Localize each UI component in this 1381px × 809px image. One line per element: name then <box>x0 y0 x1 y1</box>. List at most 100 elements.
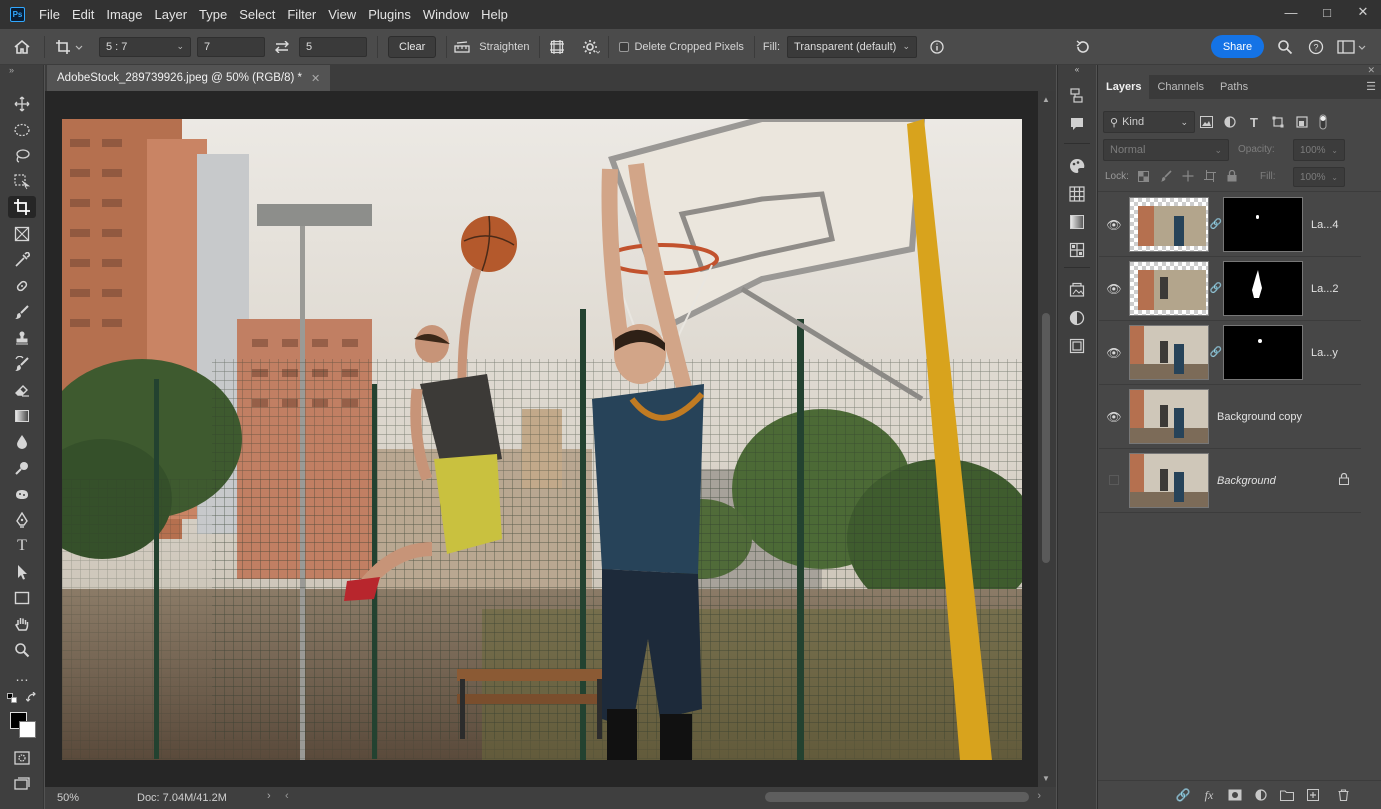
opacity-input[interactable]: 100% ⌄ <box>1293 139 1345 161</box>
menu-window[interactable]: Window <box>417 0 475 29</box>
gear-icon[interactable] <box>574 29 608 65</box>
filter-pixel-icon[interactable] <box>1198 114 1214 130</box>
lasso-tool-icon[interactable] <box>8 145 36 167</box>
layer-row[interactable]: 👁 🔗 La...y <box>1099 321 1361 385</box>
layer-mask-thumbnail[interactable] <box>1223 261 1303 316</box>
sponge-tool-icon[interactable] <box>8 483 36 505</box>
crop-width-input[interactable]: 7 <box>197 36 265 57</box>
patterns-panel-icon[interactable] <box>1067 241 1087 259</box>
scroll-right-icon[interactable]: › <box>1037 790 1041 802</box>
new-group-icon[interactable] <box>1278 788 1296 802</box>
minimize-icon[interactable]: — <box>1273 0 1309 24</box>
fill-input[interactable]: 100% ⌄ <box>1293 167 1345 187</box>
mask-link-icon[interactable]: 🔗 <box>1209 283 1223 294</box>
horizontal-scroll-thumb[interactable] <box>765 792 1029 802</box>
menu-help[interactable]: Help <box>475 0 514 29</box>
close-tab-icon[interactable]: ✕ <box>311 72 320 85</box>
reset-icon[interactable] <box>1072 36 1094 58</box>
tab-paths[interactable]: Paths <box>1212 75 1256 99</box>
filter-toggle-icon[interactable] <box>1318 114 1328 130</box>
pen-tool-icon[interactable] <box>8 509 36 531</box>
crop-ratio-select[interactable]: 5 : 7 ⌄ <box>99 36 191 57</box>
menu-image[interactable]: Image <box>100 0 148 29</box>
more-tools-icon[interactable]: … <box>8 665 36 687</box>
menu-layer[interactable]: Layer <box>149 0 194 29</box>
straighten-label[interactable]: Straighten <box>479 41 529 53</box>
collapse-toolbar-icon[interactable]: » <box>9 65 37 75</box>
layer-name[interactable]: La...2 <box>1311 283 1339 295</box>
layer-name[interactable]: Background <box>1217 475 1276 487</box>
scroll-down-icon[interactable]: ▼ <box>1042 774 1050 783</box>
object-selection-tool-icon[interactable] <box>8 171 36 193</box>
lock-image-pixels-icon[interactable] <box>1158 169 1173 183</box>
fill-select[interactable]: Transparent (default) ⌄ <box>787 35 918 58</box>
visibility-toggle-empty[interactable] <box>1099 474 1129 488</box>
properties-panel-icon[interactable] <box>1067 337 1087 355</box>
layer-mask-thumbnail[interactable] <box>1223 325 1303 380</box>
adjustments-panel-icon[interactable] <box>1067 309 1087 327</box>
filter-shape-icon[interactable] <box>1270 114 1286 130</box>
link-layers-icon[interactable]: 🔗 <box>1174 788 1192 802</box>
layer-name[interactable]: La...y <box>1311 347 1338 359</box>
mask-link-icon[interactable]: 🔗 <box>1209 347 1223 358</box>
menu-type[interactable]: Type <box>193 0 233 29</box>
search-icon[interactable] <box>1274 36 1296 58</box>
eyedropper-tool-icon[interactable] <box>8 249 36 271</box>
tab-layers[interactable]: Layers <box>1098 75 1150 99</box>
eye-visibility-icon[interactable]: 👁 <box>1099 282 1129 296</box>
type-tool-icon[interactable]: T <box>8 535 36 557</box>
comments-panel-icon[interactable] <box>1067 115 1087 133</box>
default-colors-icon[interactable] <box>4 691 20 705</box>
history-brush-tool-icon[interactable] <box>8 353 36 375</box>
workspace-icon[interactable] <box>1334 36 1370 58</box>
eye-visibility-icon[interactable]: 👁 <box>1099 218 1129 232</box>
status-menu-chevron-icon[interactable]: › <box>267 790 271 802</box>
hand-tool-icon[interactable] <box>8 613 36 635</box>
swatches-panel-icon[interactable] <box>1067 185 1087 203</box>
tab-channels[interactable]: Channels <box>1149 75 1211 99</box>
new-layer-icon[interactable] <box>1304 788 1322 802</box>
filter-smart-object-icon[interactable] <box>1294 114 1310 130</box>
frame-tool-icon[interactable] <box>8 223 36 245</box>
info-icon[interactable] <box>917 29 957 65</box>
eye-visibility-icon[interactable]: 👁 <box>1099 346 1129 360</box>
mask-link-icon[interactable]: 🔗 <box>1209 219 1223 230</box>
lock-transparency-icon[interactable] <box>1136 169 1151 183</box>
share-button[interactable]: Share <box>1211 35 1264 58</box>
eraser-tool-icon[interactable] <box>8 379 36 401</box>
vertical-scrollbar[interactable]: ▲ ▼ <box>1038 91 1056 787</box>
horizontal-scrollbar[interactable]: ‹ › <box>283 787 1043 809</box>
layer-name[interactable]: Background copy <box>1217 411 1302 423</box>
menu-edit[interactable]: Edit <box>66 0 100 29</box>
filter-adjustment-icon[interactable] <box>1222 114 1238 130</box>
scroll-left-icon[interactable]: ‹ <box>285 790 289 802</box>
crop-tool-preset-icon[interactable] <box>45 29 93 65</box>
help-icon[interactable]: ? <box>1305 36 1327 58</box>
clear-button[interactable]: Clear <box>388 35 437 58</box>
layer-name[interactable]: La...4 <box>1311 219 1339 231</box>
lock-artboard-icon[interactable] <box>1202 169 1217 183</box>
home-icon[interactable] <box>0 29 44 65</box>
maximize-icon[interactable]: □ <box>1309 0 1345 24</box>
layer-filter-select[interactable]: ⚲ Kind ⌄ <box>1103 111 1195 133</box>
add-mask-icon[interactable] <box>1226 788 1244 802</box>
background-color-swatch[interactable] <box>19 721 36 738</box>
lock-position-icon[interactable] <box>1180 169 1195 183</box>
overlay-grid-icon[interactable] <box>540 29 574 65</box>
layer-row[interactable]: Background <box>1099 449 1361 513</box>
gradients-panel-icon[interactable] <box>1067 213 1087 231</box>
filter-type-icon[interactable]: T <box>1246 114 1262 130</box>
lock-all-icon[interactable] <box>1224 169 1239 183</box>
zoom-level[interactable]: 50% <box>57 792 117 804</box>
layer-row[interactable]: 👁 🔗 La...4 <box>1099 193 1361 257</box>
fx-icon[interactable]: fx <box>1200 788 1218 802</box>
collapse-panels-icon[interactable]: « <box>1067 65 1087 74</box>
new-adjustment-layer-icon[interactable] <box>1252 788 1270 802</box>
lock-icon[interactable] <box>1339 472 1349 488</box>
move-tool-icon[interactable] <box>8 93 36 115</box>
document-tab[interactable]: AdobeStock_289739926.jpeg @ 50% (RGB/8) … <box>47 65 331 91</box>
delete-cropped-pixels-checkbox[interactable] <box>619 41 630 52</box>
layer-row[interactable]: 👁 Background copy <box>1099 385 1361 449</box>
panel-menu-icon[interactable]: ☰ <box>1366 80 1376 93</box>
dodge-tool-icon[interactable] <box>8 457 36 479</box>
